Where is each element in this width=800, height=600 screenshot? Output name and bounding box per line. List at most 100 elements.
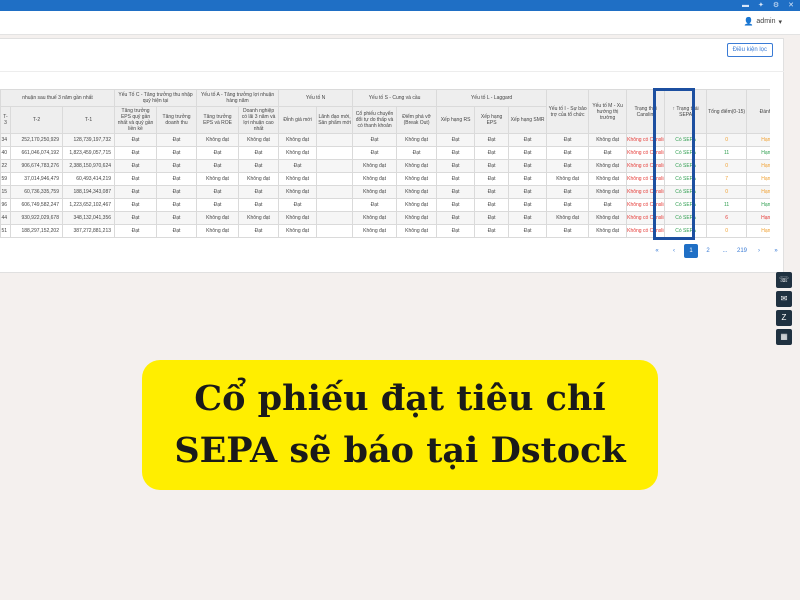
page-last-button[interactable]: » [769,244,783,258]
table-cell: 387,272,881,213 [61,224,116,238]
messenger-icon[interactable]: ✉ [776,291,792,307]
phone-icon[interactable]: ☏ [776,272,792,288]
table-cell: Không đạt [278,211,318,225]
table-cell: Không đạt [588,172,628,186]
table-cell: Đạt [114,172,158,186]
table-cell: 606,749,582,247 [10,198,63,212]
page-first-button[interactable]: « [650,244,664,258]
zalo-icon[interactable]: Z [776,310,792,326]
table-cell: Không đạt [396,198,438,212]
user-menu[interactable]: 👤 admin ▾ [743,17,782,26]
table-cell: Đạt [474,211,510,225]
table-cell: 11 [706,146,748,160]
col-revenue-growth: Tăng trưởng doanh thu [156,106,198,134]
table-cell: Đạt [156,159,198,173]
table-cell: Đạt [436,224,476,238]
table-cell: Không đạt [238,133,280,147]
table-cell: 40 [0,146,11,160]
table-cell [316,133,354,147]
table-cell: Không đạt [396,185,438,199]
table-cell: Đạt [114,185,158,199]
table-cell: 2,388,150,970,624 [61,159,116,173]
table-cell: Đạt [436,133,476,147]
col-new-high: Đỉnh giá mới [278,106,318,134]
table-cell: 188,297,152,202 [10,224,63,238]
close-icon[interactable]: ✕ [788,1,794,10]
table-cell: Đạt [474,224,510,238]
table-cell: Đạt [474,159,510,173]
col-total-score[interactable]: Tổng điểm(0-15) [706,89,748,134]
table-cell: Không đạt [352,185,398,199]
table-cell: Đạt [114,146,158,160]
table-cell: Không đạt [196,172,240,186]
col-smr-rank: Xếp hạng SMR [508,106,548,134]
table-cell: Hạng B [746,146,770,160]
table-cell: 51 [0,224,11,238]
col-group-s: Yếu tố S - Cung và cầu [352,89,438,107]
col-t1: T-1 [61,106,116,134]
table-cell: Không đạt [352,159,398,173]
table-cell: Không đạt [352,211,398,225]
page-1-button[interactable]: 1 [684,244,698,258]
table-cell: 7 [706,172,748,186]
table-cell: 60,736,335,759 [10,185,63,199]
table-cell [316,224,354,238]
table-cell: Không đạt [278,146,318,160]
table-cell: Không đạt [196,133,240,147]
table-cell: Không đạt [588,185,628,199]
table-cell [316,146,354,160]
table-cell: Đạt [156,198,198,212]
table-cell: 348,132,041,356 [61,211,116,225]
calendar-icon[interactable]: ▦ [776,329,792,345]
table-cell: Đạt [196,185,240,199]
table-cell: Đạt [238,224,280,238]
table-cell: Đạt [474,172,510,186]
table-cell: Không đạt [278,172,318,186]
table-cell: 22 [0,159,11,173]
table-cell: Đạt [474,133,510,147]
chevron-down-icon: ▾ [778,18,782,26]
table-cell: Đạt [546,146,590,160]
col-t3: T-3 [0,106,11,134]
page-prev-button[interactable]: ‹ [667,244,681,258]
table-cell: Không đạt [196,211,240,225]
col-eps-rank: Xếp hạng EPS [474,106,510,134]
page-2-button[interactable]: 2 [701,244,715,258]
col-new-leader: Lãnh đạo mới, Sản phẩm mới [316,106,354,134]
col-group-n: Yếu tố N [278,89,354,107]
pin-icon[interactable]: ✦ [758,1,764,10]
table-cell: 0 [706,224,748,238]
minimize-icon[interactable]: ▬ [742,1,749,10]
table-cell: Không đạt [588,133,628,147]
table-cell: Đạt [238,146,280,160]
table-cell: Đạt [352,133,398,147]
col-t2: T-2 [10,106,63,134]
settings-icon[interactable]: ⚙ [773,1,779,10]
col-rating[interactable]: Đánh giá [746,89,770,134]
table-cell: 1,823,459,057,715 [61,146,116,160]
table-cell: Đạt [396,146,438,160]
table-cell: Đạt [352,146,398,160]
table-cell: Không đạt [238,211,280,225]
table-cell: 1,223,652,102,467 [61,198,116,212]
table-cell: 6 [706,211,748,225]
page-last-number-button[interactable]: 219 [735,244,749,258]
table-cell: Đạt [508,146,548,160]
table-cell: Không đạt [546,172,590,186]
promo-callout: Cổ phiếu đạt tiêu chí SEPA sẽ báo tại Ds… [142,360,658,490]
table-cell: Không đạt [396,159,438,173]
col-group-c: Yếu Tố C - Tăng trưởng thu nhập quý hiện… [114,89,198,107]
table-cell [316,198,354,212]
table-cell: Đạt [508,172,548,186]
table-cell: 252,170,250,929 [10,133,63,147]
filter-button[interactable]: Điều kiện lọc [726,43,773,57]
table-cell: Không đạt [396,172,438,186]
page-next-button[interactable]: › [752,244,766,258]
table-cell: Đạt [156,224,198,238]
table-cell: Đạt [114,133,158,147]
table-cell: Đạt [508,198,548,212]
table-cell: Đạt [474,146,510,160]
table-cell: 188,194,343,087 [61,185,116,199]
table-cell: Đạt [546,224,590,238]
window-controls: ▬ ✦ ⚙ ✕ [742,1,794,10]
